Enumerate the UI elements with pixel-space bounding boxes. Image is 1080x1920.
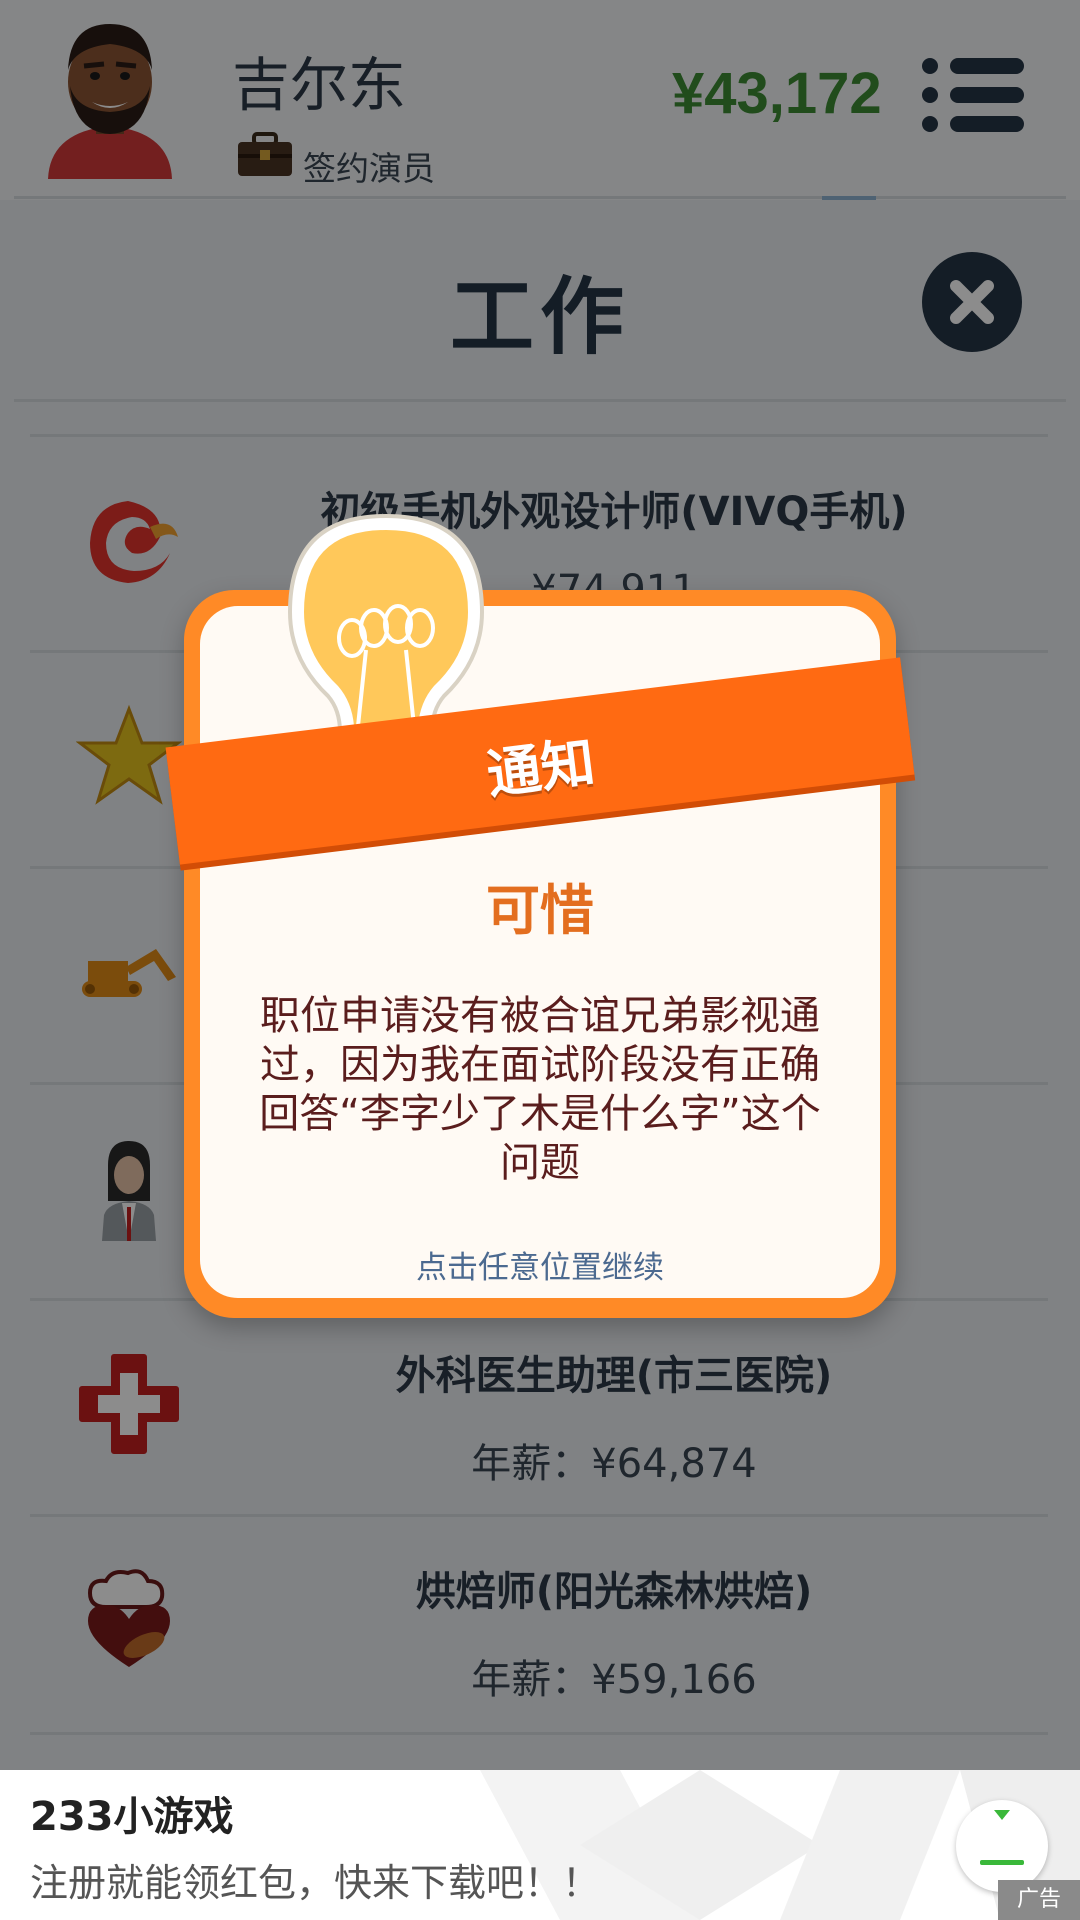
dialog-message: 职位申请没有被合谊兄弟影视通过，因为我在面试阶段没有正确回答“李字少了木是什么字… [259, 993, 821, 1186]
dialog-heading: 可惜 [486, 879, 594, 942]
ad-banner[interactable]: 233小游戏 注册就能领红包，快来下载吧！！ [0, 1770, 1080, 1920]
ad-title: 233小游戏 [30, 1794, 234, 1840]
tap-to-continue-hint[interactable]: 点击任意位置继续 [184, 1242, 896, 1287]
ad-subtitle: 注册就能领红包，快来下载吧！！ [30, 1861, 601, 1905]
download-button[interactable] [956, 1800, 1048, 1892]
ad-label: 广告 [998, 1880, 1080, 1920]
download-icon [980, 1810, 1024, 1865]
